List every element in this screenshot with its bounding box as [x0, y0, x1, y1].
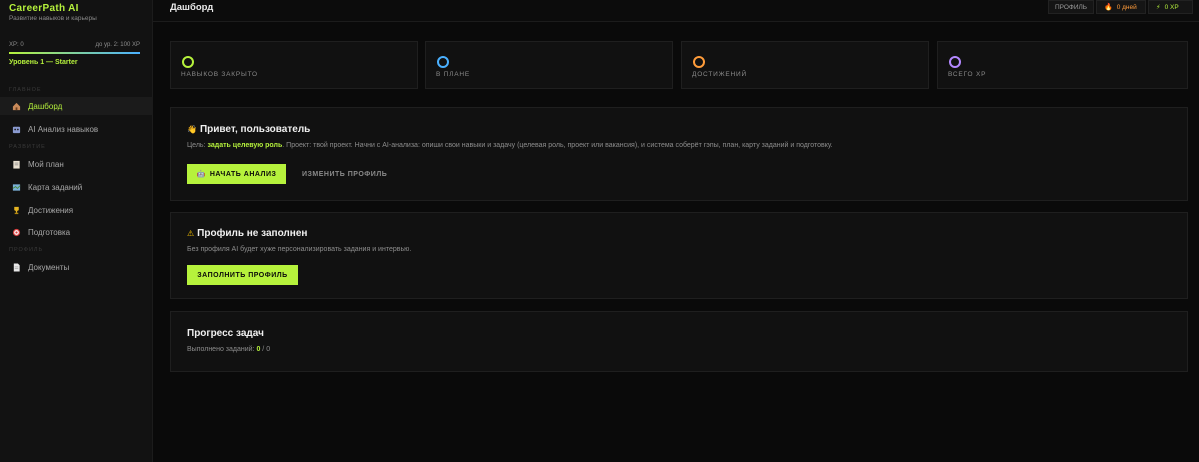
streak-badge[interactable]: 🔥 0 дней: [1096, 0, 1146, 14]
fill-profile-button[interactable]: ЗАПОЛНИТЬ ПРОФИЛЬ: [187, 265, 298, 285]
sidebar: CareerPath AI Развитие навыков и карьеры…: [0, 0, 153, 462]
level-label: Уровень 1 — Starter: [9, 59, 78, 66]
stat-label: ДОСТИЖЕНИЙ: [692, 71, 747, 78]
sidebar-item-label: AI Анализ навыков: [28, 124, 99, 134]
page-title: Дашборд: [170, 2, 214, 13]
app-brand: CareerPath AI: [9, 3, 79, 14]
warning-title: Профиль не заполнен: [197, 228, 308, 239]
sidebar-item-label: Мой план: [28, 159, 64, 169]
stat-card-total-xp: ВСЕГО XP: [937, 41, 1188, 89]
sidebar-item-label: Карта заданий: [28, 182, 83, 192]
start-analysis-label: НАЧАТЬ АНАЛИЗ: [209, 170, 277, 178]
lightning-icon: ⚡: [1156, 4, 1161, 11]
sidebar-item-ai-analysis[interactable]: AI Анализ навыков: [0, 120, 153, 138]
task-progress-panel: Прогресс задач Выполнено заданий: 0 / 0: [170, 311, 1188, 372]
warning-text: Без профиля AI будет хуже персонализиров…: [187, 246, 412, 253]
progress-text-row: Выполнено заданий: 0 / 0: [187, 346, 270, 353]
stat-card-skills-closed: НАВЫКОВ ЗАКРЫТО: [170, 41, 418, 89]
ring-icon: [693, 56, 705, 68]
xp-next-level: до ур. 2: 100 XP: [95, 42, 140, 48]
streak-days: 0 дней: [1116, 3, 1137, 11]
sidebar-item-my-plan[interactable]: Мой план: [0, 155, 153, 173]
tasks-total-count: 0: [266, 346, 271, 353]
greeting-title-row: 👋 Привет, пользователь: [187, 124, 310, 135]
set-target-role-link[interactable]: задать целевую роль: [207, 142, 282, 149]
greeting-text: Цель: задать целевую роль. Проект: твой …: [187, 142, 1177, 149]
sidebar-item-achievements[interactable]: Достижения: [0, 201, 153, 219]
robot-icon: [12, 125, 21, 134]
robot-icon: 🤖: [196, 171, 206, 178]
sidebar-item-label: Дашборд: [28, 101, 63, 111]
app-subtitle: Развитие навыков и карьеры: [9, 15, 97, 22]
ring-icon: [437, 56, 449, 68]
sidebar-item-task-map[interactable]: Карта заданий: [0, 178, 153, 196]
section-label-main: ГЛАВНОЕ: [9, 87, 42, 93]
greeting-title: Привет, пользователь: [199, 124, 311, 135]
profile-button[interactable]: ПРОФИЛЬ: [1048, 0, 1094, 14]
sidebar-item-label: Подготовка: [28, 227, 71, 237]
section-label-development: РАЗВИТИЕ: [9, 144, 46, 150]
sidebar-item-label: Достижения: [28, 205, 74, 215]
sidebar-item-dashboard[interactable]: Дашборд: [0, 97, 153, 115]
xp-badge[interactable]: ⚡ 0 XP: [1148, 0, 1193, 14]
edit-profile-button[interactable]: ИЗМЕНИТЬ ПРОФИЛЬ: [302, 164, 387, 184]
stat-card-achievements: ДОСТИЖЕНИЙ: [681, 41, 929, 89]
xp-progress-bar: [9, 52, 140, 54]
trophy-icon: [12, 206, 21, 215]
goal-prefix: Цель:: [187, 142, 206, 149]
ring-icon: [949, 56, 961, 68]
start-analysis-button[interactable]: 🤖 НАЧАТЬ АНАЛИЗ: [187, 164, 286, 184]
progress-title: Прогресс задач: [187, 328, 264, 339]
warning-title-row: ⚠ Профиль не заполнен: [187, 228, 307, 239]
sidebar-item-preparation[interactable]: Подготовка: [0, 223, 153, 241]
document-icon: [12, 262, 21, 272]
target-icon: [12, 228, 21, 237]
xp-progress-fill: [9, 52, 140, 54]
stat-label: НАВЫКОВ ЗАКРЫТО: [181, 71, 258, 78]
section-label-profile: ПРОФИЛЬ: [9, 247, 44, 253]
sidebar-item-documents[interactable]: Документы: [0, 258, 153, 276]
sidebar-item-label: Документы: [28, 262, 70, 272]
xp-total: 0 XP: [1164, 3, 1179, 11]
greeting-panel: 👋 Привет, пользователь Цель: задать целев…: [170, 107, 1188, 201]
stat-label: ВСЕГО XP: [948, 71, 987, 78]
progress-label: Выполнено заданий:: [187, 346, 255, 353]
map-icon: [12, 183, 21, 192]
house-icon: [12, 102, 21, 111]
clipboard-icon: [12, 160, 21, 169]
stat-card-in-plan: В ПЛАНЕ: [425, 41, 673, 89]
fire-icon: 🔥: [1104, 4, 1113, 11]
project-description: . Проект: твой проект. Начни с AI-анализ…: [282, 142, 833, 149]
profile-warning-panel: ⚠ Профиль не заполнен Без профиля AI буде…: [170, 212, 1188, 299]
warning-icon: ⚠: [187, 229, 195, 238]
waving-hand-icon: 👋: [187, 125, 197, 134]
xp-current: XP: 0: [9, 42, 24, 48]
ring-icon: [182, 56, 194, 68]
top-bar: Дашборд ПРОФИЛЬ 🔥 0 дней ⚡ 0 XP: [153, 0, 1199, 22]
xp-row: XP: 0 до ур. 2: 100 XP: [9, 42, 140, 48]
stat-label: В ПЛАНЕ: [436, 71, 471, 78]
